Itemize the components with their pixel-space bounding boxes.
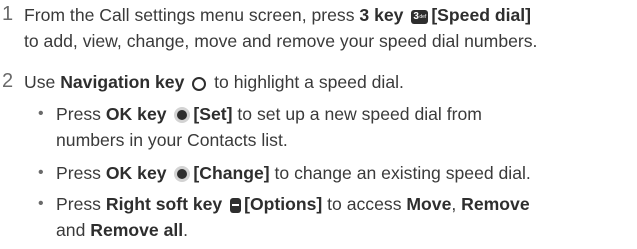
step-number: 1 [2, 3, 14, 25]
option-label: [Set] [193, 104, 233, 124]
bullet-line: Press OK key [Change] to change an exist… [56, 160, 636, 186]
option-label: [Options] [244, 194, 323, 214]
bullet-line: Press Right soft key [Options] to access… [56, 191, 636, 217]
menu-option-move: Move [406, 194, 452, 214]
step-line: Use Navigation key to highlight a speed … [24, 69, 636, 95]
key-name: Right soft key [105, 194, 223, 214]
text: Press [56, 194, 106, 214]
navigation-key-icon [192, 77, 207, 91]
bullet-line: numbers in your Contacts list. [56, 130, 288, 150]
bullet-text: Press Right soft key [Options] to access… [56, 191, 636, 243]
menu-option-remove-all: Remove all [90, 220, 184, 240]
bullet-dot: • [38, 195, 44, 212]
right-soft-key-icon [230, 198, 242, 213]
key-name: OK key [105, 104, 167, 124]
bullet-dot: • [38, 105, 44, 122]
bullet-text: Press OK key [Set] to set up a new speed… [56, 101, 636, 153]
instructions-page: 1 From the Call settings menu screen, pr… [0, 0, 637, 249]
key-name: Navigation key [60, 72, 185, 92]
bullet-text: Press OK key [Change] to change an exist… [56, 160, 636, 186]
text: Press [56, 163, 106, 183]
text: From the Call settings menu screen, pres… [24, 5, 360, 25]
key-name: OK key [105, 163, 167, 183]
text: Use [24, 72, 61, 92]
text: to access [322, 194, 407, 214]
menu-option-remove: Remove [461, 194, 530, 214]
text: to highlight a speed dial. [209, 72, 404, 92]
option-label: [Speed dial] [431, 5, 532, 25]
bullet-line: Press OK key [Set] to set up a new speed… [56, 101, 636, 127]
text: to set up a new speed dial from [232, 104, 482, 124]
step-text: Use Navigation key to highlight a speed … [24, 69, 636, 95]
option-label: [Change] [193, 163, 270, 183]
step-line: to add, view, change, move and remove yo… [24, 31, 538, 51]
text: to change an existing speed dial. [269, 163, 531, 183]
separator: , [451, 194, 462, 214]
text: and [56, 220, 91, 240]
bullet-line: and Remove all. [56, 217, 636, 243]
ok-key-icon [174, 166, 191, 182]
ok-key-icon [174, 107, 191, 123]
key-name: 3 key [359, 5, 404, 25]
text: Press [56, 104, 106, 124]
step-number: 2 [2, 70, 14, 92]
step-text: From the Call settings menu screen, pres… [24, 2, 636, 54]
step-line: From the Call settings menu screen, pres… [24, 2, 636, 28]
bullet-dot: • [38, 164, 44, 181]
text: . [183, 220, 189, 240]
keypad-3-icon: 3 def [411, 10, 429, 24]
